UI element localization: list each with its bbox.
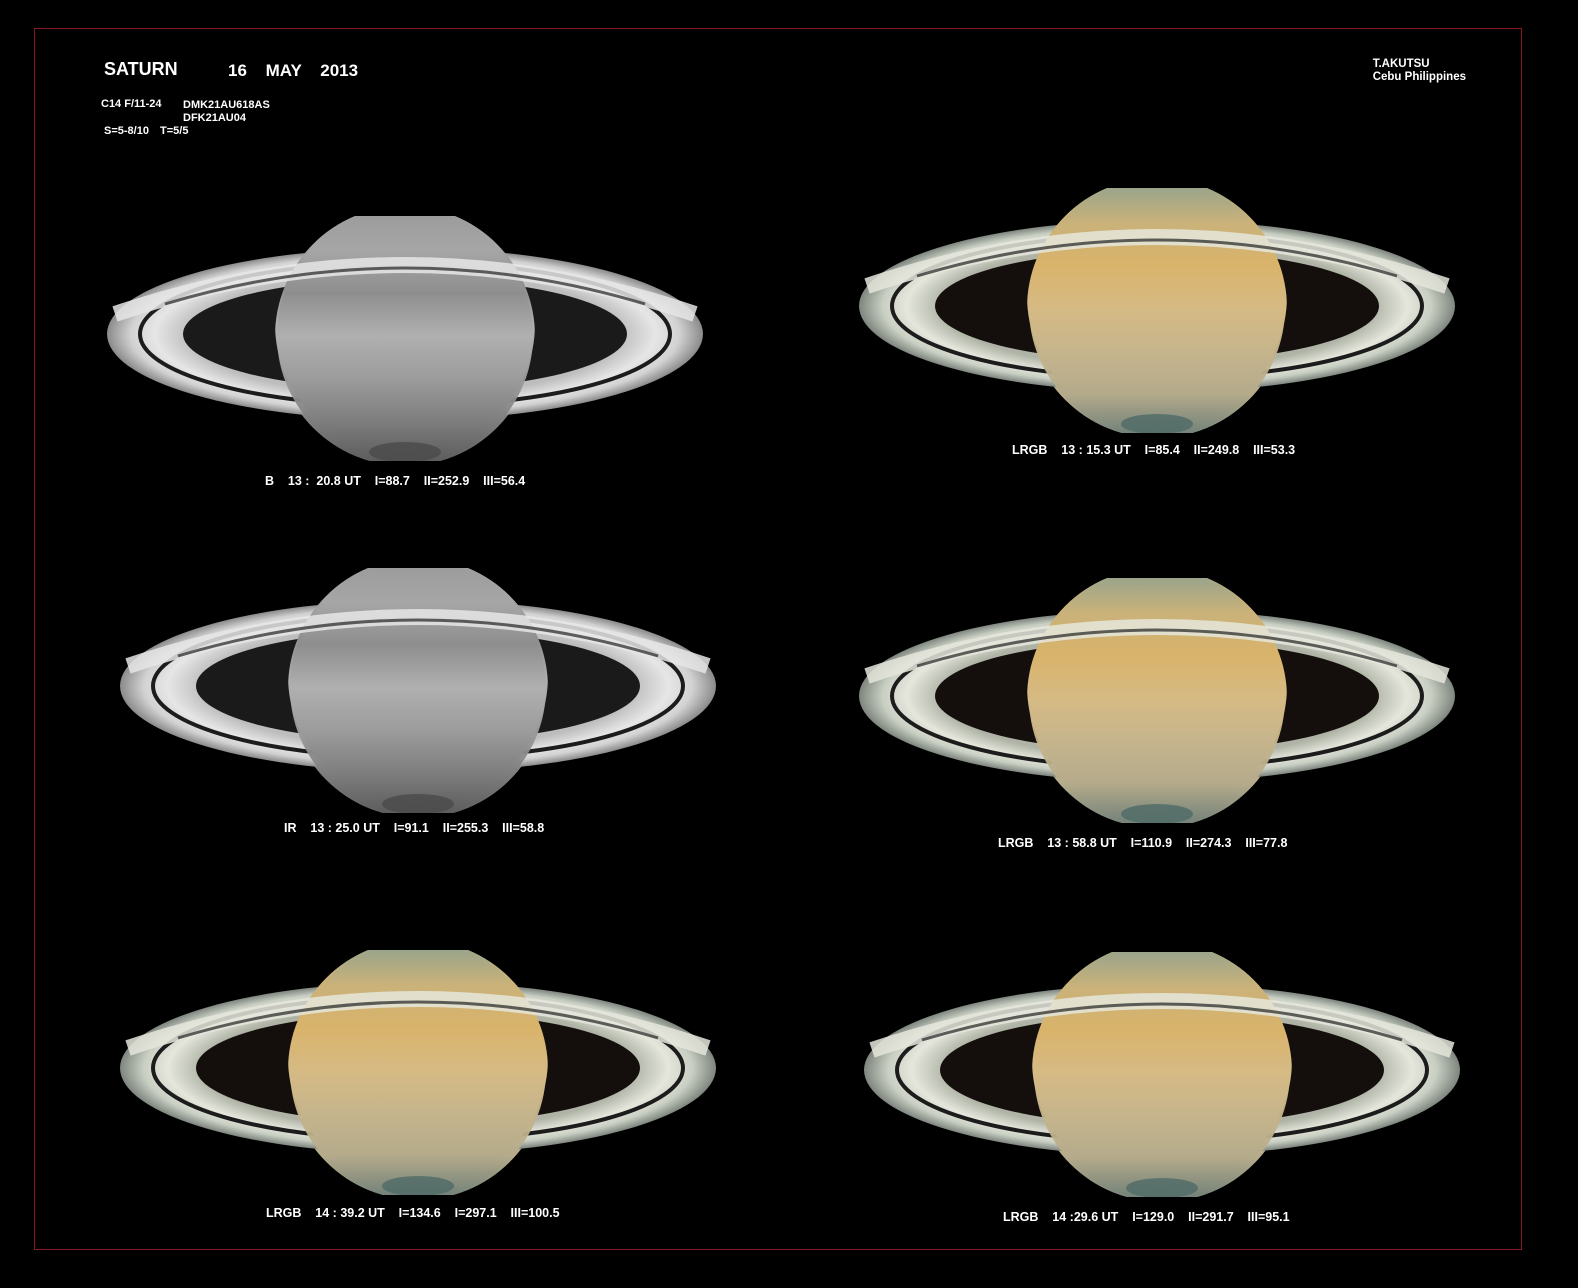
object-title: SATURN (104, 59, 178, 79)
seeing-transparency: S=5-8/10 T=5/5 (104, 125, 189, 137)
saturn-drawing (864, 952, 1460, 1197)
caption-lrgb-2: LRGB 13 : 58.8 UT I=110.9 II=274.3 III=7… (998, 836, 1288, 850)
saturn-drawing (107, 216, 703, 461)
telescope-info: C14 F/11-24 (101, 98, 162, 110)
saturn-drawing (120, 568, 716, 813)
saturn-image-lrgb-1 (859, 188, 1455, 433)
camera-1-info: DMK21AU618AS (183, 99, 270, 111)
saturn-image-lrgb-3 (120, 950, 716, 1195)
saturn-image-ir (120, 568, 716, 813)
caption-ir: IR 13 : 25.0 UT I=91.1 II=255.3 III=58.8 (284, 821, 545, 835)
observer-name: T.AKUTSU (1372, 58, 1430, 70)
saturn-image-lrgb-4 (864, 952, 1460, 1197)
observation-date: 16 MAY 2013 (228, 61, 359, 80)
saturn-drawing (859, 188, 1455, 433)
caption-lrgb-1: LRGB 13 : 15.3 UT I=85.4 II=249.8 III=53… (1012, 443, 1296, 457)
saturn-drawing (859, 578, 1455, 823)
observer-credit: T.AKUTSU Cebu Philippines (1373, 58, 1466, 84)
saturn-image-lrgb-2 (859, 578, 1455, 823)
camera-2-info: DFK21AU04 (183, 112, 246, 124)
saturn-drawing (120, 950, 716, 1195)
observer-location: Cebu Philippines (1372, 71, 1466, 83)
caption-lrgb-4: LRGB 14 :29.6 UT I=129.0 II=291.7 III=95… (1003, 1210, 1290, 1224)
caption-lrgb-3: LRGB 14 : 39.2 UT I=134.6 I=297.1 III=10… (266, 1206, 560, 1220)
saturn-image-b (107, 216, 703, 461)
caption-b: B 13 : 20.8 UT I=88.7 II=252.9 III=56.4 (265, 474, 526, 488)
